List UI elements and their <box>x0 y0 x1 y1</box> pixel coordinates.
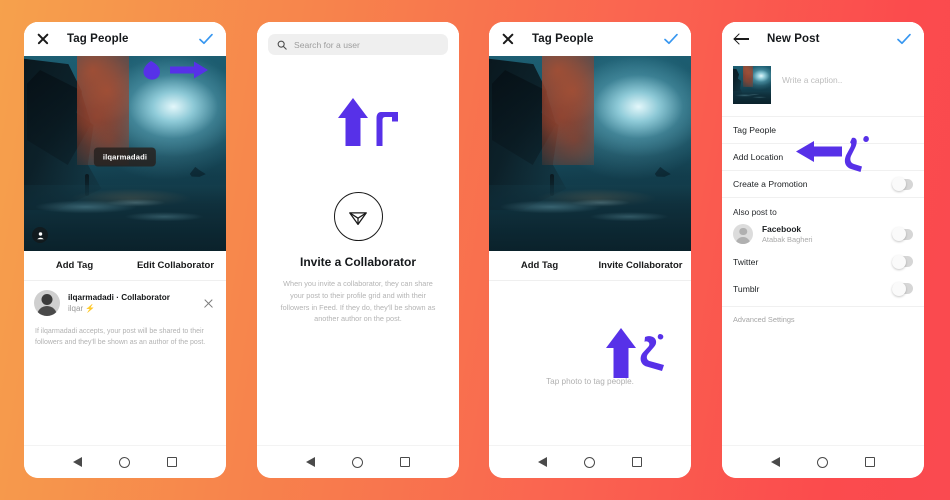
social-label: Facebook <box>762 224 802 234</box>
add-tag-button[interactable]: Add Tag <box>24 260 125 271</box>
photo-tag-label[interactable]: ilqarmadadi <box>93 147 157 167</box>
check-icon[interactable] <box>663 32 679 46</box>
phone1-appbar: Tag People <box>24 22 226 56</box>
nav-recents-icon[interactable] <box>167 457 178 467</box>
tumblr-toggle[interactable] <box>892 281 913 296</box>
post-photo[interactable]: ilqarmadadi <box>24 56 226 251</box>
nav-home-icon[interactable] <box>583 456 595 468</box>
advanced-settings-link[interactable]: Advanced Settings <box>722 306 924 324</box>
row-tag-people[interactable]: Tag People <box>722 116 924 143</box>
page-title: New Post <box>767 33 820 45</box>
page-title: Tag People <box>532 33 594 45</box>
row-add-location[interactable]: Add Location <box>722 143 924 170</box>
phone2-screen-content: Search for a user Invite a Collaborator … <box>257 22 459 445</box>
photo-tree-shape <box>541 56 595 166</box>
invite-title: Invite a Collaborator <box>299 255 417 269</box>
nav-home-icon[interactable] <box>118 456 130 468</box>
phone3-action-row: Add Tag Invite Collaborator <box>489 251 691 281</box>
android-navbar <box>722 445 924 478</box>
edit-collaborator-button[interactable]: Edit Collaborator <box>125 260 226 271</box>
social-row-facebook[interactable]: Facebook Atabak Bagheri <box>722 220 924 248</box>
photo-ground-shape <box>24 184 226 251</box>
avatar <box>34 290 60 316</box>
phone3-appbar: Tag People <box>489 22 691 56</box>
annotation-4 <box>332 98 410 157</box>
phone1-screen-content: Tag People ilqarmadadi Add Tag Edit Coll… <box>24 22 226 445</box>
phone4-screen-content: New Post Write a caption.. Tag People Ad… <box>722 22 924 445</box>
back-arrow-icon[interactable] <box>734 32 750 46</box>
photo-ground-shape <box>489 184 691 251</box>
nav-recents-icon[interactable] <box>865 457 876 467</box>
thumb-tree-shape <box>742 66 753 88</box>
tap-photo-hint: Tap photo to tag people. <box>546 377 634 386</box>
add-tag-button[interactable]: Add Tag <box>489 260 590 271</box>
row-label: Add Location <box>733 152 784 162</box>
row-label: Create a Promotion <box>733 179 808 189</box>
caption-row: Write a caption.. <box>722 56 924 116</box>
social-sublabel: Atabak Bagheri <box>762 235 813 244</box>
nav-home-icon[interactable] <box>816 456 828 468</box>
invite-empty-state: Invite a Collaborator When you invite a … <box>257 192 459 325</box>
facebook-toggle[interactable] <box>892 227 913 241</box>
nav-recents-icon[interactable] <box>632 457 643 467</box>
collaborator-name: ilqarmadadi · Collaborator <box>68 293 170 302</box>
social-row-twitter[interactable]: Twitter <box>722 248 924 275</box>
close-icon[interactable] <box>501 32 515 46</box>
row-create-promotion[interactable]: Create a Promotion <box>722 170 924 197</box>
remove-collaborator-icon[interactable] <box>203 298 214 309</box>
android-navbar <box>489 445 691 478</box>
avatar <box>733 224 753 244</box>
caption-input[interactable]: Write a caption.. <box>782 75 842 85</box>
post-thumbnail[interactable] <box>733 66 771 104</box>
send-icon <box>333 192 383 241</box>
collaborator-row: ilqarmadadi · Collaborator ilqar ⚡ <box>24 281 226 323</box>
row-label: Tag People <box>733 125 777 135</box>
phone-screen-1: Tag People ilqarmadadi Add Tag Edit Coll… <box>24 22 226 478</box>
android-navbar <box>24 445 226 478</box>
phone1-action-row: Add Tag Edit Collaborator <box>24 251 226 281</box>
also-post-to-heading: Also post to <box>722 197 924 220</box>
social-label: Tumblr <box>733 283 760 294</box>
nav-home-icon[interactable] <box>351 456 363 468</box>
nav-back-icon[interactable] <box>770 457 780 467</box>
page-title: Tag People <box>67 33 129 45</box>
social-row-tumblr[interactable]: Tumblr <box>722 275 924 302</box>
social-text: Facebook Atabak Bagheri <box>762 224 892 244</box>
nav-back-icon[interactable] <box>537 457 547 467</box>
check-icon[interactable] <box>896 32 912 46</box>
nav-back-icon[interactable] <box>72 457 82 467</box>
check-icon[interactable] <box>198 32 214 46</box>
collaborator-subtitle: ilqar ⚡ <box>68 304 96 313</box>
close-icon[interactable] <box>36 32 50 46</box>
nav-recents-icon[interactable] <box>400 457 411 467</box>
invite-collaborator-button[interactable]: Invite Collaborator <box>590 260 691 271</box>
twitter-toggle[interactable] <box>892 254 913 269</box>
invite-body: When you invite a collaborator, they can… <box>280 279 436 324</box>
phone-screen-4: New Post Write a caption.. Tag People Ad… <box>722 22 924 478</box>
collaborator-note: If ilqarmadadi accepts, your post will b… <box>24 323 226 349</box>
search-icon <box>277 40 287 50</box>
phone-screen-3: Tag People Add Tag Invite Collaborator T… <box>489 22 691 478</box>
search-placeholder: Search for a user <box>294 39 360 50</box>
promotion-toggle[interactable] <box>892 177 913 191</box>
search-input[interactable]: Search for a user <box>268 34 448 55</box>
post-photo[interactable] <box>489 56 691 251</box>
phone4-appbar: New Post <box>722 22 924 56</box>
nav-back-icon[interactable] <box>305 457 315 467</box>
phone-screen-2: Search for a user Invite a Collaborator … <box>257 22 459 478</box>
thumb-ground-shape <box>733 91 771 104</box>
search-container: Search for a user <box>257 22 459 55</box>
collaborator-text: ilqarmadadi · Collaborator ilqar ⚡ <box>68 293 203 313</box>
person-icon[interactable] <box>32 227 48 243</box>
phone3-screen-content: Tag People Add Tag Invite Collaborator T… <box>489 22 691 445</box>
social-label: Twitter <box>733 256 759 267</box>
android-navbar <box>257 445 459 478</box>
